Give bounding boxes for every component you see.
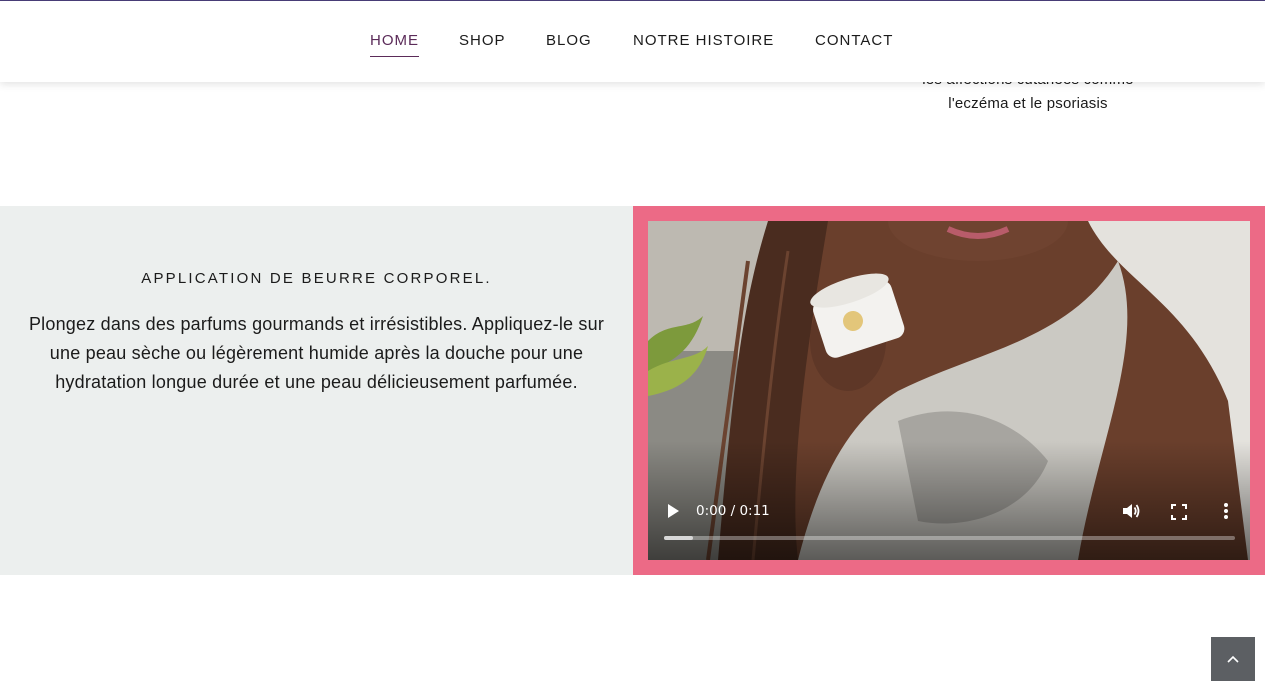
scroll-to-top-button[interactable] — [1211, 637, 1255, 681]
nav-item-label: NOTRE HISTOIRE — [633, 32, 775, 49]
active-underline — [370, 56, 419, 57]
fullscreen-icon[interactable] — [1171, 504, 1187, 525]
nav-item-notre-histoire[interactable]: NOTRE HISTOIRE — [633, 32, 774, 50]
feature-description: Plongez dans des parfums gourmands et ir… — [28, 314, 605, 392]
volume-icon[interactable] — [1121, 502, 1141, 525]
progress-fill — [664, 536, 693, 540]
nav-item-label: CONTACT — [815, 32, 894, 49]
main-navigation: HOME SHOP BLOG NOTRE HISTOIRE CONTACT — [0, 1, 1265, 82]
feature-text-panel: APPLICATION DE BEURRE CORPOREL. Plongez … — [0, 206, 633, 575]
time-display: 0:00 / 0:11 — [696, 503, 770, 519]
nav-item-contact[interactable]: CONTACT — [815, 32, 893, 50]
video-frame: 0:00 / 0:11 — [633, 206, 1265, 575]
video-player[interactable]: 0:00 / 0:11 — [648, 221, 1250, 560]
nav-item-shop[interactable]: SHOP — [459, 32, 506, 50]
nav-item-label: HOME — [370, 32, 419, 49]
nav-item-label: SHOP — [459, 32, 506, 49]
chevron-up-icon — [1227, 655, 1239, 663]
feature-title: APPLICATION DE BEURRE CORPOREL. — [141, 270, 492, 287]
nav-item-home[interactable]: HOME — [370, 32, 419, 57]
play-icon[interactable] — [666, 503, 680, 524]
previous-section-text-line: l'eczéma et le psoriasis — [948, 95, 1108, 112]
nav-item-blog[interactable]: BLOG — [546, 32, 592, 50]
nav-item-label: BLOG — [546, 32, 592, 49]
progress-bar[interactable] — [664, 536, 1235, 540]
controls-overlay — [648, 441, 1250, 560]
more-options-icon[interactable] — [1224, 503, 1228, 524]
